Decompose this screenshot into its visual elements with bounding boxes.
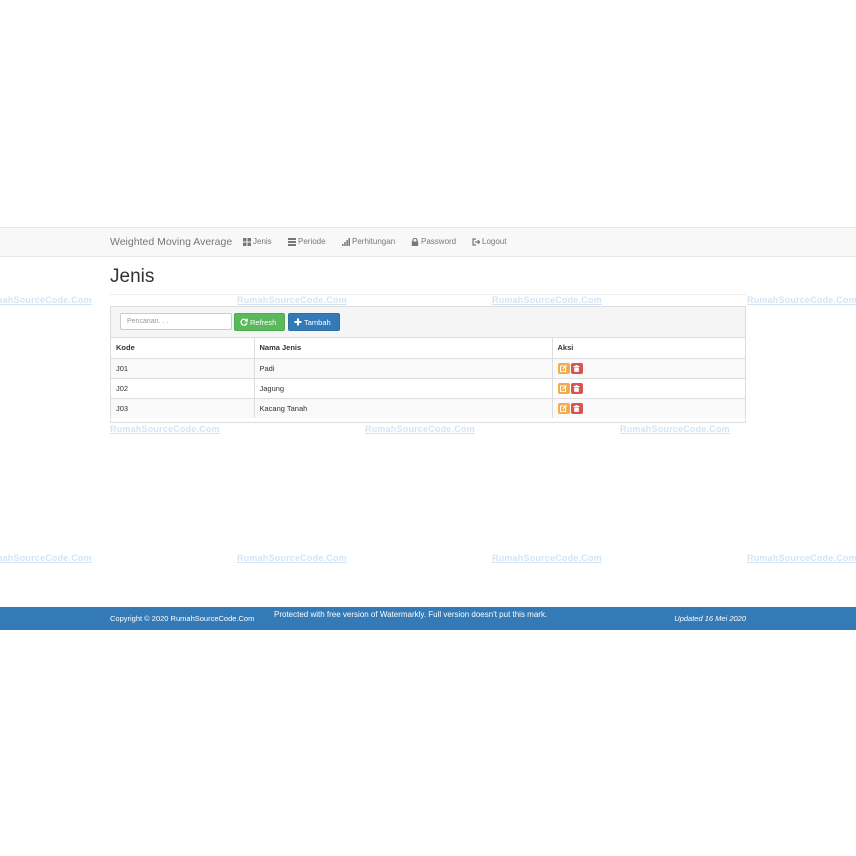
data-panel: Refresh Tambah Kode Nama Jenis Aksi J01 … xyxy=(110,306,746,423)
watermark-text: RumahSourceCode.Com xyxy=(0,295,92,305)
watermark-text: RumahSourceCode.Com xyxy=(492,553,602,563)
lock-icon xyxy=(411,237,419,246)
watermark-notice: Protected with free version of Watermark… xyxy=(274,610,548,619)
nav-item-perhitungan[interactable]: Perhitungan xyxy=(342,237,395,246)
column-header-kode[interactable]: Kode xyxy=(111,338,255,359)
watermark-text: RumahSourceCode.Com xyxy=(620,424,730,434)
sign-out-icon xyxy=(472,237,480,246)
column-header-aksi: Aksi xyxy=(552,338,745,359)
watermark-text: RumahSourceCode.Com xyxy=(110,424,220,434)
nav-item-label: Periode xyxy=(298,237,326,246)
cell-nama: Jagung xyxy=(254,377,553,398)
trash-icon xyxy=(573,384,580,392)
search-input[interactable] xyxy=(120,313,232,330)
page-title: Jenis xyxy=(110,266,155,287)
edit-button[interactable] xyxy=(557,402,570,414)
list-icon xyxy=(288,237,296,246)
trash-icon xyxy=(573,364,580,372)
plus-icon xyxy=(294,318,302,326)
navbar-brand[interactable]: Weighted Moving Average xyxy=(110,236,232,248)
nav-item-label: Jenis xyxy=(253,237,272,246)
delete-button[interactable] xyxy=(570,402,583,414)
watermark-text: RumahSourceCode.Com xyxy=(0,553,92,563)
footer-copyright: Copyright © 2020 RumahSourceCode.Com xyxy=(110,614,255,623)
nav-item-password[interactable]: Password xyxy=(411,237,456,246)
watermark-text: RumahSourceCode.Com xyxy=(237,295,347,305)
delete-button[interactable] xyxy=(570,362,583,374)
nav-item-label: Logout xyxy=(482,237,507,246)
nav-item-jenis[interactable]: Jenis xyxy=(243,237,272,246)
nav-item-label: Perhitungan xyxy=(352,237,396,246)
edit-button[interactable] xyxy=(557,382,570,394)
table-row: J01 Padi xyxy=(111,357,745,378)
data-table: Kode Nama Jenis Aksi J01 Padi J02 Jagung xyxy=(111,338,745,418)
cell-nama: Padi xyxy=(254,357,553,378)
edit-icon xyxy=(560,384,567,392)
refresh-button-label: Refresh xyxy=(250,317,277,327)
title-divider xyxy=(110,294,746,295)
watermark-text: RumahSourceCode.Com xyxy=(237,553,347,563)
th-large-icon xyxy=(243,237,251,246)
watermark-text: RumahSourceCode.Com xyxy=(747,295,856,305)
panel-toolbar: Refresh Tambah xyxy=(111,307,745,338)
delete-button[interactable] xyxy=(570,382,583,394)
refresh-icon xyxy=(240,318,248,326)
nav-item-logout[interactable]: Logout xyxy=(472,237,506,246)
navbar: Weighted Moving Average Jenis Periode Pe… xyxy=(0,227,856,257)
table-header-row: Kode Nama Jenis Aksi xyxy=(111,338,745,359)
nav-item-periode[interactable]: Periode xyxy=(288,237,326,246)
cell-kode: J03 xyxy=(111,397,255,418)
cell-nama: Kacang Tanah xyxy=(254,397,553,418)
refresh-button[interactable]: Refresh xyxy=(234,313,285,331)
table-row: J03 Kacang Tanah xyxy=(111,397,745,418)
cell-aksi xyxy=(552,357,745,378)
footer: Copyright © 2020 RumahSourceCode.Com Pro… xyxy=(0,607,856,630)
watermark-text: RumahSourceCode.Com xyxy=(747,553,856,563)
add-button-label: Tambah xyxy=(304,317,331,327)
cell-kode: J01 xyxy=(111,357,255,378)
watermark-text: RumahSourceCode.Com xyxy=(365,424,475,434)
footer-updated: Updated 16 Mei 2020 xyxy=(674,614,746,623)
add-button[interactable]: Tambah xyxy=(288,313,340,331)
edit-icon xyxy=(560,364,567,372)
column-header-nama-jenis[interactable]: Nama Jenis xyxy=(254,338,553,359)
table-row: J02 Jagung xyxy=(111,377,745,398)
trash-icon xyxy=(573,404,580,412)
cell-aksi xyxy=(552,397,745,418)
signal-icon xyxy=(342,237,350,246)
cell-kode: J02 xyxy=(111,377,255,398)
edit-icon xyxy=(560,404,567,412)
edit-button[interactable] xyxy=(557,362,570,374)
cell-aksi xyxy=(552,377,745,398)
nav-item-label: Password xyxy=(421,237,457,246)
watermark-text: RumahSourceCode.Com xyxy=(492,295,602,305)
